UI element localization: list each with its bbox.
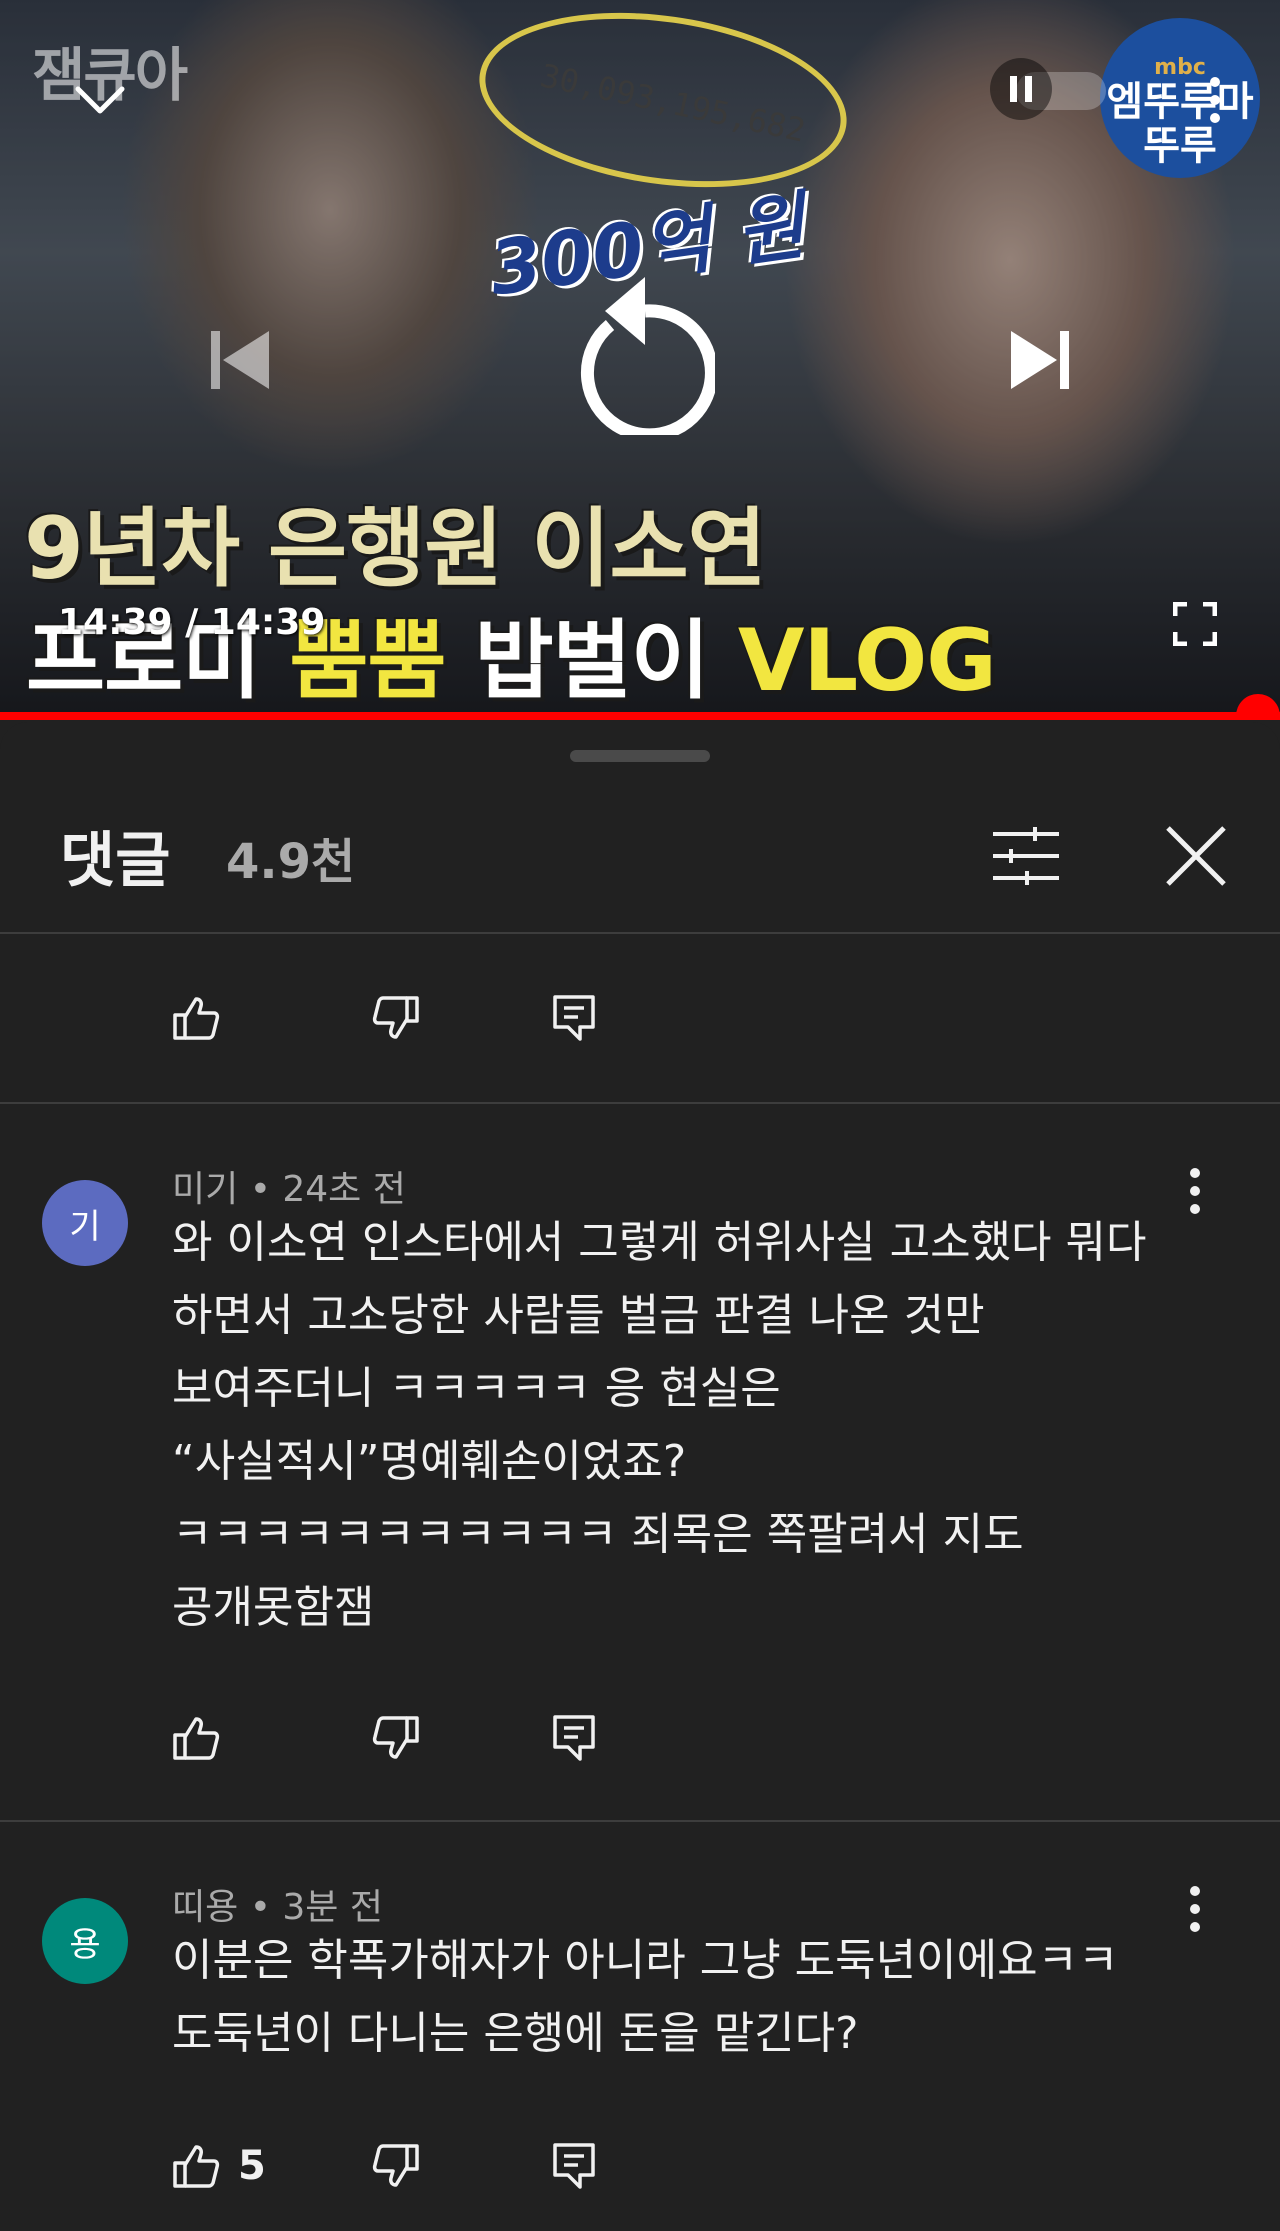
title-highlight-vlog: VLOG	[737, 611, 997, 711]
comment-time: 24초 전	[282, 1169, 406, 1210]
skip-next-icon	[1011, 331, 1069, 389]
progress-fill	[0, 712, 1280, 720]
dislike-button[interactable]	[372, 1698, 420, 1778]
progress-bar[interactable]	[0, 694, 1280, 720]
sort-comments-button[interactable]	[984, 814, 1068, 898]
more-vert-icon	[1210, 77, 1220, 123]
close-icon	[1166, 826, 1226, 886]
reply-button[interactable]	[552, 978, 596, 1058]
comment-meta: 띠용 • 3분 전	[172, 1887, 383, 1928]
comment-action-row	[0, 978, 1280, 1058]
avatar-letter: 기	[69, 1206, 101, 1247]
comment-text: 이분은 학폭가해자가 아니라 그냥 도둑년이에요ㅋㅋ 도둑년이 다니는 은행에 …	[172, 1935, 1119, 2059]
comment-action-row	[0, 1698, 1280, 1778]
dislike-button[interactable]	[372, 2126, 420, 2206]
video-title-line1: 9년차 은행원 이소연	[24, 499, 767, 599]
comment-action-row: 5	[0, 2126, 1280, 2206]
sort-filter-icon	[993, 827, 1059, 885]
comment-text: 와 이소연 인스타에서 그렇게 허위사실 고소했다 뭐다 하면서 고소당한 사람…	[172, 1217, 1147, 1633]
skip-previous-icon	[211, 331, 269, 389]
like-button[interactable]: 5	[172, 2126, 266, 2206]
thumb-up-icon	[173, 2145, 220, 2188]
avatar[interactable]: 용	[42, 1898, 128, 1984]
chevron-down-icon	[75, 86, 125, 114]
comments-panel: 댓글 4.9천 기 미기 • 24초 전 와 이소연 인스타에서 그렇게 허위사…	[0, 722, 1280, 2231]
comment-divider	[0, 1820, 1280, 1822]
comments-count: 4.9천	[226, 834, 356, 890]
pause-icon	[1010, 76, 1032, 102]
comment-author[interactable]: 미기	[172, 1169, 238, 1210]
reply-comment-icon	[553, 995, 595, 1041]
comment-meta: 미기 • 24초 전	[172, 1169, 406, 1210]
next-video-button[interactable]	[990, 310, 1090, 410]
fullscreen-button[interactable]	[1160, 594, 1230, 654]
header-divider	[0, 932, 1280, 934]
drag-handle[interactable]	[570, 750, 710, 762]
comment-author[interactable]: 띠용	[172, 1887, 238, 1928]
time-display: 14:39 / 14:39	[58, 602, 326, 643]
dislike-button[interactable]	[372, 978, 420, 1058]
comment-divider	[0, 1102, 1280, 1104]
replay-icon	[580, 277, 715, 435]
player-more-button[interactable]	[1190, 60, 1240, 140]
title-suffix: 밥벌이	[445, 611, 738, 711]
collapse-player-button[interactable]	[60, 60, 140, 140]
thumb-down-icon	[372, 996, 419, 1039]
like-button[interactable]	[172, 1698, 220, 1778]
video-player[interactable]: 잼큐아 30,093,195,682 300억 원 mbc 엠뚜루마뚜루 9년차…	[0, 0, 1280, 720]
close-comments-button[interactable]	[1154, 814, 1238, 898]
avatar-letter: 용	[69, 1924, 101, 1965]
avatar[interactable]: 기	[42, 1180, 128, 1266]
like-button[interactable]	[172, 978, 220, 1058]
previous-video-button[interactable]	[190, 310, 290, 410]
thumb-down-icon	[372, 1716, 419, 1759]
reply-comment-icon	[553, 1715, 595, 1761]
thumb-up-icon	[173, 1717, 220, 1760]
reply-comment-icon	[553, 2143, 595, 2189]
like-count: 5	[238, 2143, 266, 2189]
replay-button[interactable]	[560, 260, 720, 440]
comment-time: 3분 전	[282, 1887, 383, 1928]
thumb-down-icon	[372, 2144, 419, 2187]
autoplay-toggle[interactable]	[990, 58, 1052, 120]
comments-title: 댓글	[60, 826, 171, 896]
reply-button[interactable]	[552, 1698, 596, 1778]
fullscreen-icon	[1173, 602, 1217, 646]
thumb-up-icon	[173, 997, 220, 1040]
reply-button[interactable]	[552, 2126, 596, 2206]
